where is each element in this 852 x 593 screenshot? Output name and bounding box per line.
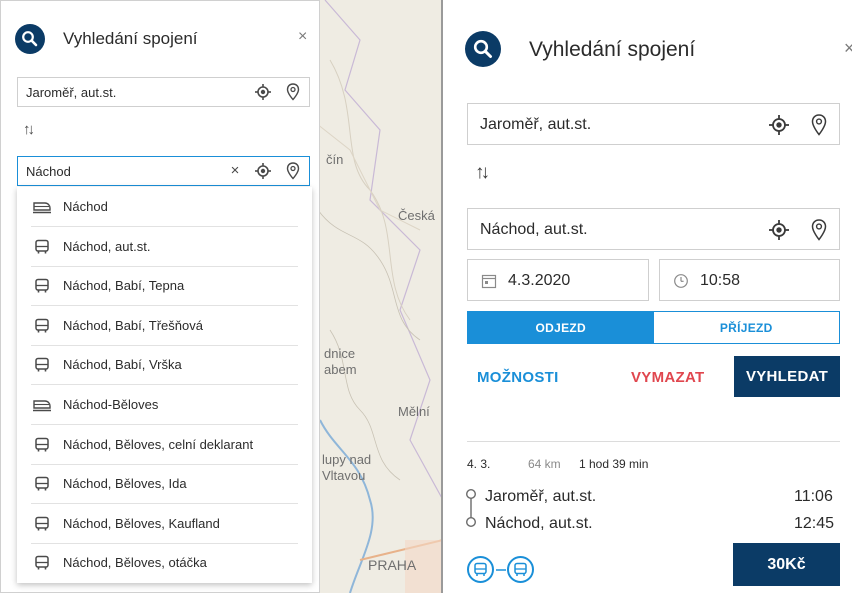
from-field[interactable]: Jaroměř, aut.st. (17, 77, 310, 107)
suggestion-label: Náchod, Běloves, otáčka (63, 555, 207, 571)
suggestion-label: Náchod, Běloves, celní deklarant (63, 436, 254, 452)
clock-icon (672, 272, 690, 290)
suggestion-item[interactable]: Náchod, Běloves, Kaufland (17, 504, 312, 544)
suggestion-item[interactable]: Náchod, aut.st. (17, 227, 312, 267)
clear-icon[interactable]: × (226, 161, 244, 179)
suggestion-label: Náchod, Běloves, Kaufland (63, 515, 220, 531)
map-pin-icon[interactable] (808, 114, 830, 136)
bus-icon (31, 515, 53, 533)
suggestion-label: Náchod, Běloves, Ida (63, 476, 187, 492)
clear-link[interactable]: VYMAZAT (631, 369, 704, 386)
suggestion-item[interactable]: Náchod (17, 187, 312, 227)
bus-icon (31, 317, 53, 335)
suggestion-item[interactable]: Náchod, Babí, Tepna (17, 266, 312, 307)
calendar-icon (480, 272, 498, 290)
route-line-icon (465, 488, 477, 528)
bus-icon (31, 356, 53, 374)
result-from-stop: Jaroměř, aut.st. (485, 488, 597, 505)
from-field[interactable]: Jaroměř, aut.st. (467, 103, 840, 145)
train-icon (31, 198, 53, 216)
result-to-stop: Náchod, aut.st. (485, 515, 593, 532)
suggestion-label: Náchod, Babí, Vrška (63, 357, 182, 373)
suggestion-label: Náchod, Babí, Třešňová (63, 317, 203, 333)
departure-arrival-toggle: ODJEZD PŘÍJEZD (467, 311, 840, 344)
result-distance: 64 km (528, 457, 561, 471)
search-icon (465, 31, 501, 67)
price-button[interactable]: 30Kč (733, 543, 840, 586)
locate-icon[interactable] (768, 114, 790, 136)
map-label: dnice (324, 346, 356, 361)
map-pin-icon[interactable] (284, 83, 302, 101)
swap-icon[interactable]: ↑↓ (475, 162, 490, 184)
result-to-time: 12:45 (794, 515, 835, 532)
locate-icon[interactable] (254, 162, 272, 180)
time-field[interactable]: 10:58 (659, 259, 840, 301)
panel-title: Vyhledání spojení (63, 29, 198, 48)
bus-icon (507, 556, 534, 583)
arrival-tab[interactable]: PŘÍJEZD (653, 312, 839, 343)
panel-title: Vyhledání spojení (529, 38, 696, 61)
close-icon[interactable]: × (844, 38, 852, 59)
bus-icon (467, 556, 494, 583)
departure-tab[interactable]: ODJEZD (468, 312, 654, 343)
to-input[interactable]: Náchod (26, 164, 71, 179)
bus-icon (31, 475, 53, 493)
map-pin-icon[interactable] (808, 219, 830, 241)
right-screenshot: Vyhledání spojení × Jaroměř, aut.st. ↑↓ … (445, 0, 852, 593)
search-button[interactable]: VYHLEDAT (734, 356, 840, 397)
map-label: čín (326, 152, 344, 167)
map-pin-icon[interactable] (284, 162, 302, 180)
bus-icon (31, 554, 53, 572)
suggestion-label: Náchod, Babí, Tepna (63, 278, 185, 294)
to-field[interactable]: Náchod × (17, 156, 310, 186)
result-from-time: 11:06 (794, 488, 833, 505)
result-duration: 1 hod 39 min (579, 457, 649, 471)
time-value[interactable]: 10:58 (700, 272, 740, 290)
map-label: PRAHA (368, 557, 417, 573)
suggestion-item[interactable]: Náchod, Běloves, otáčka (17, 543, 312, 583)
bus-icon (31, 436, 53, 454)
suggestion-item[interactable]: Náchod, Babí, Vrška (17, 345, 312, 386)
bus-icon (31, 238, 53, 256)
options-link[interactable]: MOŽNOSTI (477, 369, 559, 386)
date-field[interactable]: 4.3.2020 (467, 259, 649, 301)
transfer-connector (496, 569, 506, 571)
suggestion-list: Náchod Náchod, aut.st. Náchod, Babí, Tepna… (17, 187, 312, 583)
map-label: Vltavou (322, 468, 366, 483)
suggestion-item[interactable]: Náchod, Babí, Třešňová (17, 306, 312, 346)
left-screenshot: čín Česká dnice abem Mělní lupy nad Vlta… (0, 0, 443, 593)
to-field[interactable]: Náchod, aut.st. (467, 208, 840, 250)
map-label: Česká (398, 208, 435, 223)
suggestion-label: Náchod-Běloves (63, 397, 159, 412)
suggestion-label: Náchod, aut.st. (63, 238, 151, 254)
suggestion-item[interactable]: Náchod-Běloves (17, 385, 312, 425)
search-panel: Vyhledání spojení × Jaroměř, aut.st. ↑↓ … (0, 0, 320, 593)
close-icon[interactable]: × (298, 28, 307, 46)
from-input[interactable]: Jaroměř, aut.st. (480, 116, 591, 134)
locate-icon[interactable] (254, 83, 272, 101)
locate-icon[interactable] (768, 219, 790, 241)
to-input[interactable]: Náchod, aut.st. (480, 221, 588, 239)
bus-icon (31, 277, 53, 295)
result-date: 4. 3. (467, 457, 491, 471)
map-label: lupy nad (322, 452, 372, 467)
suggestion-item[interactable]: Náchod, Běloves, Ida (17, 464, 312, 505)
divider (467, 441, 840, 442)
map-label: abem (324, 362, 357, 377)
swap-icon[interactable]: ↑↓ (23, 121, 35, 138)
from-input[interactable]: Jaroměř, aut.st. (26, 85, 116, 100)
map-label: Mělní (398, 404, 430, 419)
date-value[interactable]: 4.3.2020 (508, 272, 570, 290)
suggestion-label: Náchod (63, 199, 108, 214)
search-icon (15, 24, 45, 54)
train-icon (31, 396, 53, 414)
suggestion-item[interactable]: Náchod, Běloves, celní deklarant (17, 425, 312, 465)
